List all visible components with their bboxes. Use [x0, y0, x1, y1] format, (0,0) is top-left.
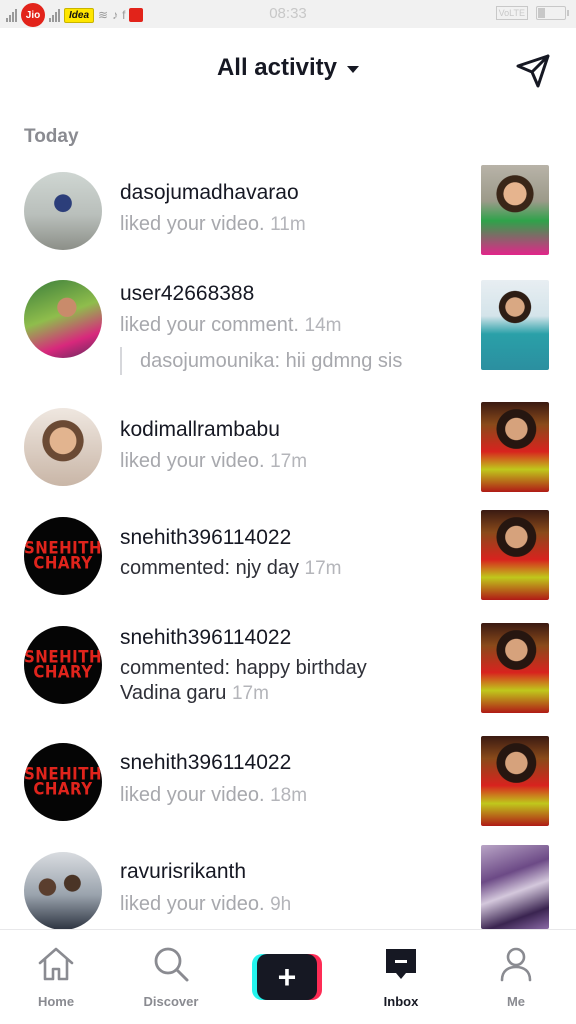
clock: 08:33 — [269, 5, 307, 22]
nav-inbox[interactable]: Inbox — [356, 944, 446, 1009]
header: All activity — [0, 28, 576, 110]
activity-text: liked your video. 18m — [120, 784, 308, 806]
username[interactable]: ravurisrikanth — [120, 860, 246, 884]
username[interactable]: snehith396114022 — [120, 626, 291, 650]
nav-home[interactable]: Home — [11, 944, 101, 1009]
avatar[interactable]: SNEHITH CHARY — [24, 517, 102, 595]
status-right: VoLTE — [495, 6, 569, 20]
avatar-logo-text: CHARY — [33, 553, 93, 573]
timestamp: 17m — [231, 683, 269, 704]
avatar-logo-text: CHARY — [33, 779, 93, 799]
avatar[interactable]: SNEHITH CHARY — [24, 743, 102, 821]
search-icon — [154, 947, 189, 982]
nav-discover-label: Discover — [143, 994, 199, 1009]
username[interactable]: dasojumadhavarao — [120, 181, 299, 205]
activity-text: liked your video. 11m — [120, 213, 306, 235]
video-thumbnail[interactable] — [481, 845, 549, 929]
username[interactable]: snehith396114022 — [120, 526, 291, 550]
timestamp: 14m — [304, 315, 342, 336]
username[interactable]: user42668388 — [120, 282, 254, 306]
timestamp: 17m — [270, 451, 308, 472]
inbox-icon — [386, 949, 416, 979]
video-thumbnail[interactable] — [481, 736, 549, 826]
avatar[interactable] — [24, 408, 102, 486]
nav-home-label: Home — [37, 994, 75, 1009]
status-bar: Jio Idea ≋ ♪ f 08:33 VoLTE — [0, 0, 576, 28]
timestamp: 17m — [304, 558, 342, 579]
caret-down-icon — [347, 65, 360, 73]
bottom-nav: Home Discover + Inbox Me — [0, 929, 576, 1024]
activity-filter-dropdown[interactable]: All activity — [0, 54, 576, 82]
nav-me-label: Me — [506, 994, 526, 1009]
battery-fill — [538, 8, 545, 18]
username[interactable]: snehith396114022 — [120, 751, 291, 775]
activity-text: liked your comment. 14m — [120, 314, 342, 336]
create-video-button[interactable]: + — [252, 954, 322, 1000]
home-icon — [38, 947, 74, 981]
activity-text: liked your video. 17m — [120, 450, 308, 472]
video-thumbnail[interactable] — [481, 280, 549, 370]
page-title: All activity — [216, 54, 338, 81]
quoted-comment: dasojumounika: hii gdmng sis — [120, 347, 402, 375]
video-thumbnail[interactable] — [481, 510, 549, 600]
profile-icon — [500, 947, 532, 982]
avatar[interactable] — [24, 172, 102, 250]
avatar[interactable]: SNEHITH CHARY — [24, 626, 102, 704]
video-thumbnail[interactable] — [481, 402, 549, 492]
avatar[interactable] — [24, 852, 102, 930]
volte-badge: VoLTE — [495, 6, 528, 20]
username[interactable]: kodimallrambabu — [120, 418, 280, 442]
send-message-icon[interactable] — [514, 52, 552, 90]
section-header-today: Today — [24, 126, 79, 147]
plus-icon: + — [257, 954, 317, 1000]
nav-me[interactable]: Me — [471, 944, 561, 1009]
timestamp: 9h — [270, 894, 292, 915]
timestamp: 18m — [270, 785, 308, 806]
battery-icon — [536, 6, 569, 20]
activity-text: liked your video. 9h — [120, 893, 292, 915]
activity-text: commented: njy day 17m — [120, 557, 342, 579]
activity-text: commented: happy birthday Vadina garu 17… — [120, 657, 367, 704]
nav-discover[interactable]: Discover — [126, 944, 216, 1009]
nav-inbox-label: Inbox — [383, 994, 419, 1009]
video-thumbnail[interactable] — [481, 165, 549, 255]
avatar-logo-text: CHARY — [33, 662, 93, 682]
video-thumbnail[interactable] — [481, 623, 549, 713]
avatar[interactable] — [24, 280, 102, 358]
timestamp: 11m — [270, 214, 306, 235]
